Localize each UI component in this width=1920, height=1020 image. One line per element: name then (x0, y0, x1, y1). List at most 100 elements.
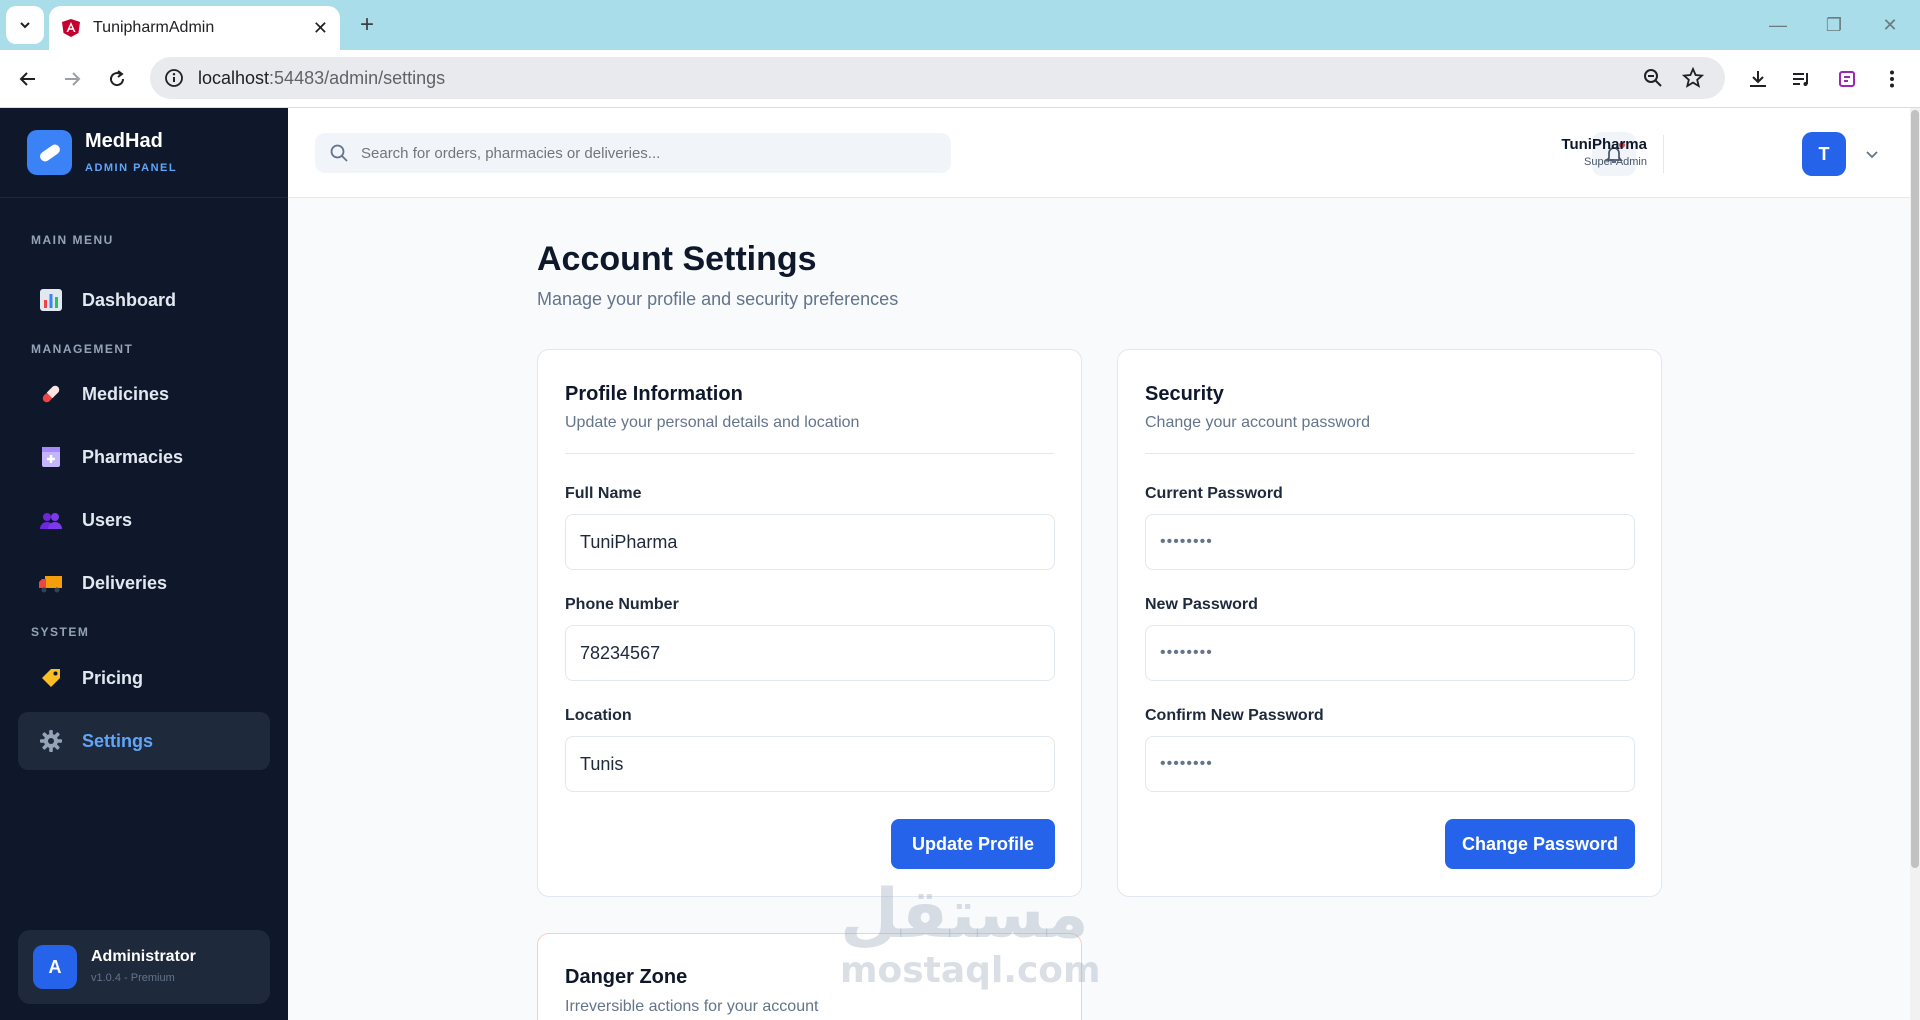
tag-icon (38, 665, 64, 691)
tab-search-button[interactable] (6, 6, 44, 44)
new-password-label: New Password (1145, 596, 1258, 613)
watermark-latin: mostaql.com (840, 950, 1101, 991)
forward-button[interactable] (55, 62, 89, 96)
bar-chart-icon (38, 287, 64, 313)
full-name-field[interactable] (565, 514, 1055, 570)
users-icon (38, 507, 64, 533)
watermark-arabic: مستقل (840, 875, 1089, 954)
brand-name: MedHad (85, 130, 163, 152)
header-user-role: Super Admin (1584, 156, 1647, 168)
card-title: Security (1145, 383, 1224, 405)
search-box[interactable] (315, 133, 951, 173)
sidebar-item-label: Dashboard (82, 289, 177, 310)
chevron-down-icon[interactable] (1862, 144, 1882, 164)
scrollbar-thumb[interactable] (1911, 110, 1919, 868)
phone-label: Phone Number (565, 596, 679, 613)
sidebar-item-dashboard[interactable]: Dashboard (18, 271, 270, 329)
angular-logo-icon (62, 19, 80, 37)
pill-icon (38, 381, 64, 407)
card-title: Danger Zone (565, 966, 688, 988)
sidebar-item-pricing[interactable]: Pricing (18, 649, 270, 707)
brand: MedHad ADMIN PANEL (0, 108, 288, 198)
bookmark-star-icon[interactable] (1682, 67, 1704, 89)
sidebar-item-label: Users (82, 509, 133, 530)
section-main-menu: MAIN MENU (31, 233, 114, 247)
section-management: MANAGEMENT (31, 342, 134, 356)
chevron-down-icon (20, 22, 30, 29)
sidebar-item-label: Pricing (82, 667, 144, 688)
info-icon (165, 69, 183, 87)
security-card: Security Change your account password Cu… (1117, 349, 1662, 897)
card-subtitle: Change your account password (1145, 414, 1371, 431)
tab-close-icon[interactable]: ✕ (313, 18, 328, 39)
brand-logo[interactable] (27, 130, 72, 175)
card-title: Profile Information (565, 383, 743, 405)
card-subtitle: Update your personal details and locatio… (565, 414, 860, 431)
location-field[interactable] (565, 736, 1055, 792)
sidebar-item-label: Medicines (82, 383, 170, 404)
sidebar-item-label: Deliveries (82, 572, 168, 593)
new-tab-button[interactable]: + (352, 10, 382, 40)
avatar: A (33, 945, 77, 989)
sidebar-item-users[interactable]: Users (18, 491, 270, 549)
divider (1145, 453, 1634, 454)
sidebar-item-label: Pharmacies (82, 446, 184, 467)
close-window-button[interactable]: ✕ (1870, 10, 1910, 40)
page-title: Account Settings (537, 240, 817, 278)
search-input[interactable] (361, 144, 921, 162)
sidebar-item-medicines[interactable]: Medicines (18, 365, 270, 423)
current-password-label: Current Password (1145, 485, 1283, 502)
divider (565, 453, 1054, 454)
brand-subtitle: ADMIN PANEL (85, 162, 178, 174)
browser-menu-icon[interactable] (1879, 66, 1905, 92)
gear-icon (38, 728, 64, 754)
minimize-button[interactable]: — (1758, 10, 1798, 40)
location-label: Location (565, 707, 632, 724)
url-path: :54483/admin/settings (269, 67, 446, 88)
header-avatar[interactable]: T (1802, 132, 1846, 176)
current-password-field[interactable] (1145, 514, 1635, 570)
sidebar-item-pharmacies[interactable]: Pharmacies (18, 428, 270, 486)
browser-toolbar: localhost:54483/admin/settings (0, 50, 1920, 108)
sidebar-item-label: Settings (82, 730, 154, 751)
reload-button[interactable] (100, 62, 134, 96)
section-system: SYSTEM (31, 625, 90, 639)
arrow-right-icon (65, 72, 81, 86)
phone-field[interactable] (565, 625, 1055, 681)
arrow-left-icon (19, 72, 35, 86)
url-host: localhost (198, 67, 270, 88)
media-controls-icon[interactable] (1788, 66, 1814, 92)
back-button[interactable] (11, 62, 45, 96)
change-password-button[interactable]: Change Password (1445, 819, 1635, 869)
pharmacy-icon (38, 444, 64, 470)
profile-card: Profile Information Update your personal… (537, 349, 1082, 897)
new-password-field[interactable] (1145, 625, 1635, 681)
sidebar-item-settings[interactable]: Settings (18, 712, 270, 770)
card-subtitle: Irreversible actions for your account (565, 998, 819, 1015)
restore-button[interactable]: ❐ (1814, 10, 1854, 40)
header-divider (1663, 135, 1664, 173)
sidebar-user-card[interactable]: A Administrator v1.0.4 - Premium (18, 930, 270, 1004)
sidebar-item-deliveries[interactable]: Deliveries (18, 554, 270, 612)
address-bar[interactable]: localhost:54483/admin/settings (150, 57, 1725, 99)
header-user-name[interactable]: TuniPharma (1561, 136, 1647, 153)
update-profile-button[interactable]: Update Profile (891, 819, 1055, 869)
url-text: localhost:54483/admin/settings (198, 68, 445, 89)
reload-icon (110, 70, 125, 87)
search-icon (330, 144, 348, 162)
confirm-password-label: Confirm New Password (1145, 707, 1324, 724)
download-icon[interactable] (1745, 66, 1771, 92)
app-version: v1.0.4 - Premium (91, 972, 175, 984)
confirm-password-field[interactable] (1145, 736, 1635, 792)
capsule-logo-icon (39, 144, 60, 161)
tab-title: TunipharmAdmin (93, 19, 215, 36)
watermark: مستقل mostaql.com (840, 875, 1101, 992)
full-name-label: Full Name (565, 485, 642, 502)
sidebar: MedHad ADMIN PANEL MAIN MENU Dashboard M… (0, 108, 288, 1020)
zoom-icon[interactable] (1642, 67, 1664, 89)
page-subtitle: Manage your profile and security prefere… (537, 289, 899, 309)
extension-icon[interactable] (1834, 66, 1860, 92)
browser-titlebar: TunipharmAdmin ✕ + — ❐ ✕ (0, 0, 1920, 50)
browser-tab[interactable]: TunipharmAdmin ✕ (49, 6, 340, 50)
user-name: Administrator (91, 948, 196, 965)
